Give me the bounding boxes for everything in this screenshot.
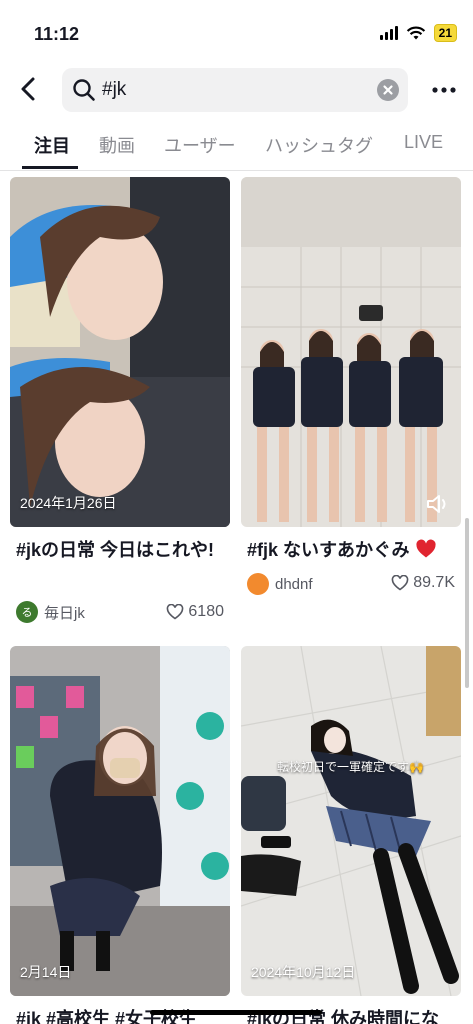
video-thumbnail[interactable] [241, 177, 461, 527]
tab-live[interactable]: LIVE [404, 132, 443, 153]
video-card[interactable]: 2月14日 #jk #高校生 #女子校生 [10, 646, 230, 1024]
heart-icon [167, 604, 184, 620]
post-date: 2月14日 [20, 964, 72, 980]
post-date: 2024年1月26日 [20, 495, 117, 511]
like-count: 89.7K [391, 574, 455, 592]
caption-text: #fjk ないすあかぐみ [247, 540, 410, 560]
tab-users[interactable]: ユーザー [164, 132, 236, 158]
search-input[interactable]: #jk [62, 68, 408, 112]
tab-videos[interactable]: 動画 [99, 132, 135, 158]
sound-icon[interactable] [425, 493, 451, 515]
thumbnail-image [241, 646, 461, 996]
tab-featured[interactable]: 注目 [34, 132, 70, 158]
author-name: dhdnf [275, 575, 313, 593]
post-date: 2024年10月12日 [251, 964, 356, 980]
tab-hashtags[interactable]: ハッシュタグ [265, 132, 373, 158]
thumbnail-image [10, 646, 230, 996]
overlay-text: 転校初日で一軍確定です🙌 [277, 760, 424, 774]
video-card[interactable]: #fjk ないすあかぐみ dhdnf 89.7K [241, 177, 461, 632]
video-caption[interactable]: #jk #高校生 #女子校生 [16, 1006, 228, 1024]
signal-icon [379, 26, 398, 40]
clear-search-button[interactable] [377, 79, 399, 101]
home-indicator[interactable] [150, 1010, 322, 1015]
like-count-value: 6180 [188, 603, 224, 620]
close-icon [383, 85, 393, 95]
video-card[interactable]: 2024年10月12日 転校初日で一軍確定です🙌 #jkの日常 休み時間にな [241, 646, 461, 1024]
avatar: る [16, 601, 38, 623]
thumbnail-image [241, 177, 461, 527]
avatar [247, 573, 269, 595]
thumbnail-image [10, 177, 230, 527]
search-query: #jk [102, 79, 127, 100]
search-icon [73, 79, 95, 101]
author-name: 毎日jk [44, 604, 85, 622]
author[interactable]: dhdnf [247, 573, 313, 595]
like-count-value: 89.7K [413, 574, 455, 591]
more-options-icon[interactable] [429, 78, 459, 102]
wifi-icon [406, 26, 425, 39]
status-time: 11:12 [34, 24, 80, 44]
heart-icon [391, 575, 409, 591]
search-tabs: 注目 動画 ユーザー ハッシュタグ LIVE [0, 126, 473, 171]
author[interactable]: る 毎日jk [16, 601, 85, 623]
active-tab-indicator [22, 166, 78, 169]
video-thumbnail[interactable]: 2024年10月12日 転校初日で一軍確定です🙌 [241, 646, 461, 996]
search-header: #jk [0, 66, 473, 114]
status-icons: 21 [379, 24, 457, 42]
scrollbar[interactable] [465, 518, 469, 688]
video-caption[interactable]: #jkの日常 休み時間にな [247, 1006, 459, 1024]
status-bar: 11:12 21 [0, 0, 473, 60]
like-count: 6180 [166, 603, 224, 621]
heart-emoji-icon [415, 539, 436, 558]
battery-icon: 21 [433, 24, 457, 42]
back-icon[interactable] [14, 74, 44, 104]
video-caption[interactable]: #jkの日常 今日はこれや! [16, 537, 228, 563]
video-thumbnail[interactable]: 2024年1月26日 [10, 177, 230, 527]
video-thumbnail[interactable]: 2月14日 [10, 646, 230, 996]
video-card[interactable]: 2024年1月26日 #jkの日常 今日はこれや! る 毎日jk 6180 [10, 177, 230, 632]
video-caption[interactable]: #fjk ないすあかぐみ [247, 537, 459, 563]
